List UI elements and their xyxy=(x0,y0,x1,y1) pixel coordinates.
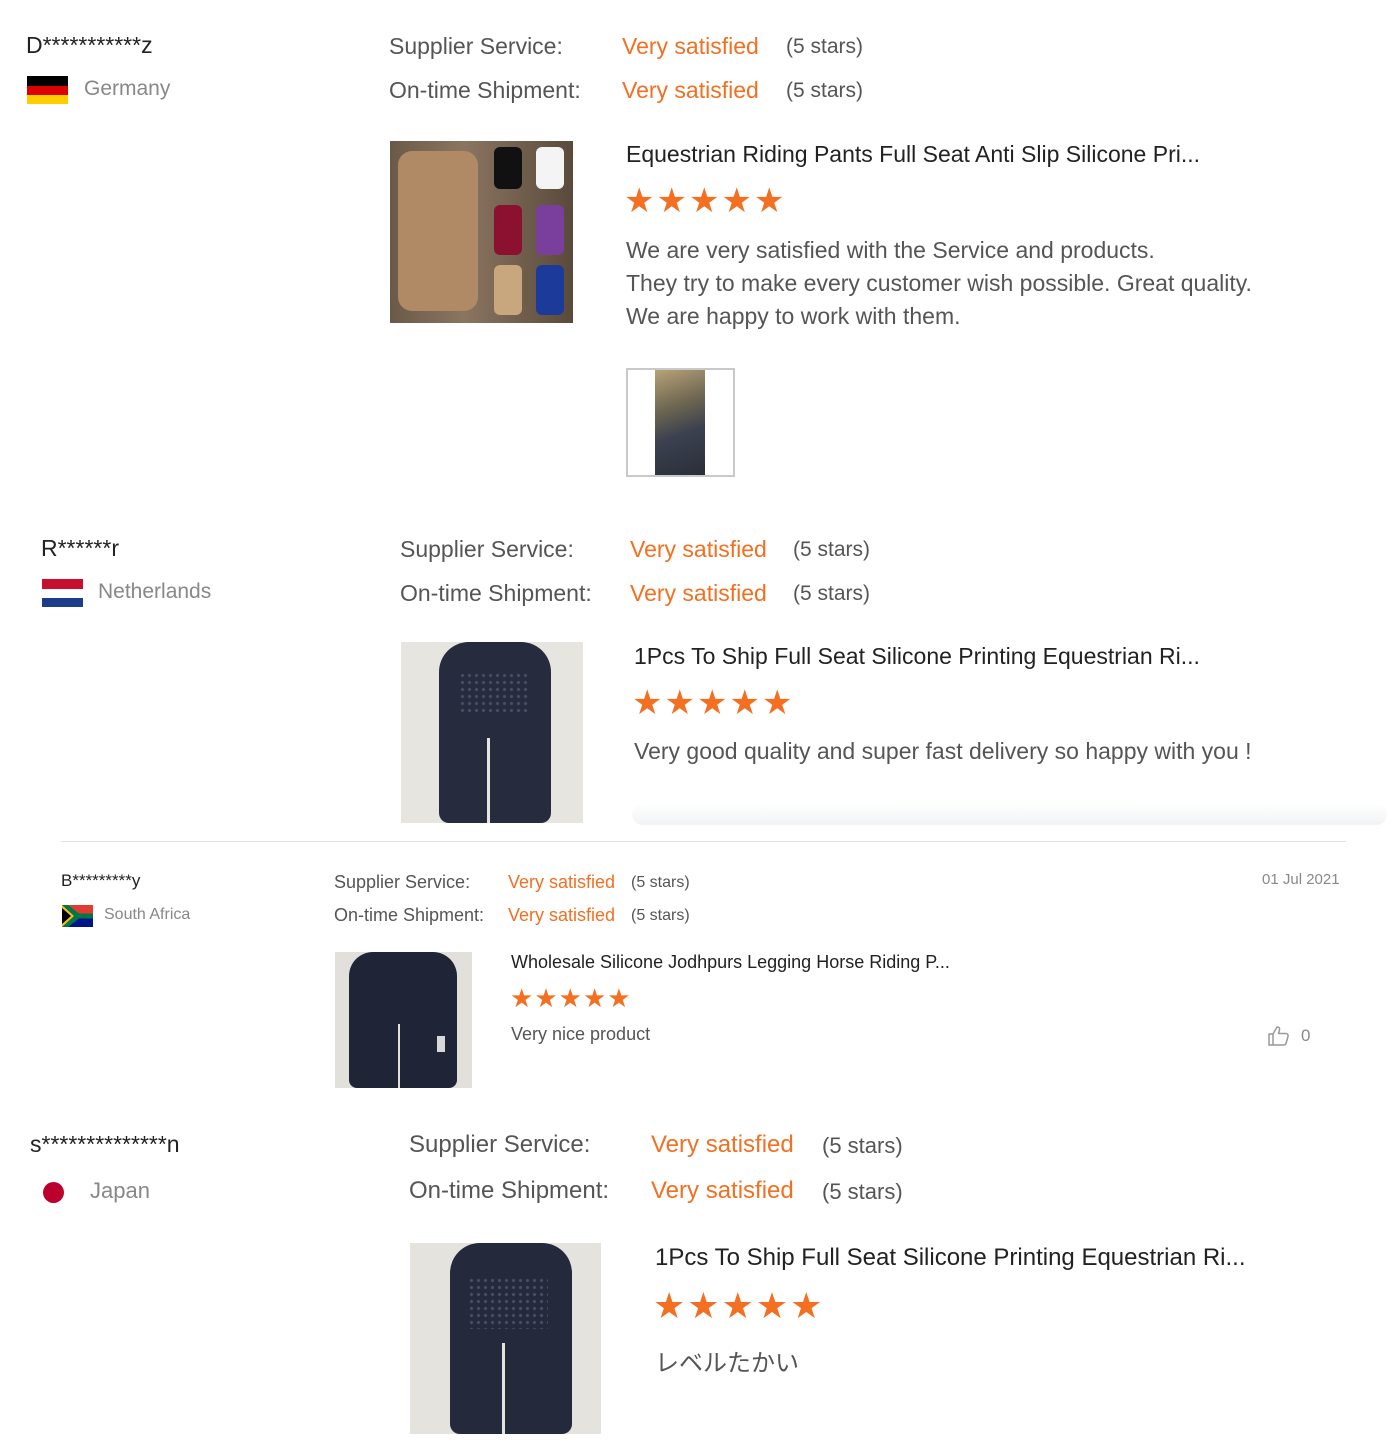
supplier-service-stars: (5 stars) xyxy=(631,874,690,891)
rating-stars: ★★★★★ xyxy=(632,683,794,723)
rating-stars: ★★★★★ xyxy=(510,983,632,1014)
star-icon: ★ xyxy=(688,182,722,220)
supplier-service-label: Supplier Service: xyxy=(334,872,471,892)
shipment-label: On-time Shipment: xyxy=(400,580,592,606)
star-icon: ★ xyxy=(721,182,754,220)
star-icon: ★ xyxy=(582,983,608,1013)
review-text-line: We are happy to work with them. xyxy=(626,303,961,329)
star-icon: ★ xyxy=(632,684,665,722)
supplier-service-value: Very satisfied xyxy=(508,872,616,892)
reviewer-country: Netherlands xyxy=(98,580,212,603)
reviewer-name: D***********z xyxy=(26,32,153,58)
section-divider xyxy=(61,841,1346,842)
shipment-stars: (5 stars) xyxy=(822,1179,903,1204)
product-image[interactable] xyxy=(401,642,583,823)
review-text: Very good quality and super fast deliver… xyxy=(634,738,1252,764)
star-icon: ★ xyxy=(653,1285,688,1326)
product-title[interactable]: 1Pcs To Ship Full Seat Silicone Printing… xyxy=(655,1244,1246,1272)
supplier-service-label: Supplier Service: xyxy=(400,536,574,562)
review-text: Very nice product xyxy=(511,1024,651,1044)
shipment-stars: (5 stars) xyxy=(786,79,864,102)
south-africa-flag-icon xyxy=(62,905,93,927)
reviewer-country: Japan xyxy=(90,1178,150,1203)
product-title[interactable]: 1Pcs To Ship Full Seat Silicone Printing… xyxy=(634,643,1200,670)
review-photo-thumbnail[interactable] xyxy=(626,368,735,477)
rating-stars: ★★★★★ xyxy=(624,181,786,221)
star-icon: ★ xyxy=(721,1285,756,1326)
star-icon: ★ xyxy=(761,684,795,722)
reviewer-country: South Africa xyxy=(104,906,191,923)
shipment-value: Very satisfied xyxy=(622,77,759,103)
reviewer-name: s**************n xyxy=(30,1131,180,1157)
review-date: 01 Jul 2021 xyxy=(1262,871,1340,888)
shipment-value: Very satisfied xyxy=(630,580,767,606)
reviewer-name: B*********y xyxy=(61,871,141,890)
shipment-stars: (5 stars) xyxy=(793,582,871,605)
supplier-service-stars: (5 stars) xyxy=(786,35,864,58)
shipment-label: On-time Shipment: xyxy=(389,77,581,103)
supplier-service-stars: (5 stars) xyxy=(793,538,871,561)
product-title[interactable]: Wholesale Silicone Jodhpurs Legging Hors… xyxy=(511,952,950,973)
product-image[interactable] xyxy=(335,952,472,1088)
star-icon: ★ xyxy=(534,983,559,1013)
star-icon: ★ xyxy=(656,182,689,220)
reviewer-name: R******r xyxy=(41,535,119,561)
star-icon: ★ xyxy=(687,1285,722,1326)
star-icon: ★ xyxy=(729,684,762,722)
supplier-service-value: Very satisfied xyxy=(651,1131,794,1158)
product-image[interactable] xyxy=(390,141,573,323)
shipment-label: On-time Shipment: xyxy=(409,1177,610,1204)
shipment-label: On-time Shipment: xyxy=(334,905,485,925)
shipment-value: Very satisfied xyxy=(651,1177,794,1204)
netherlands-flag-icon xyxy=(42,579,83,607)
star-icon: ★ xyxy=(753,182,787,220)
supplier-service-stars: (5 stars) xyxy=(822,1133,903,1158)
star-icon: ★ xyxy=(510,983,535,1013)
like-button[interactable]: 0 xyxy=(1267,1024,1310,1048)
review-text-line: They try to make every customer wish pos… xyxy=(626,270,1252,296)
shipment-stars: (5 stars) xyxy=(631,907,690,924)
supplier-service-value: Very satisfied xyxy=(630,536,767,562)
supplier-service-label: Supplier Service: xyxy=(389,33,563,59)
product-title[interactable]: Equestrian Riding Pants Full Seat Anti S… xyxy=(626,141,1200,168)
reviewer-country: Germany xyxy=(84,77,171,100)
star-icon: ★ xyxy=(696,684,730,722)
star-icon: ★ xyxy=(755,1285,791,1326)
like-count: 0 xyxy=(1301,1026,1311,1045)
supplier-service-label: Supplier Service: xyxy=(409,1131,591,1158)
japan-flag-icon xyxy=(43,1182,64,1203)
star-icon: ★ xyxy=(558,983,583,1013)
germany-flag-icon xyxy=(27,76,68,104)
review-text-line: We are very satisfied with the Service a… xyxy=(626,237,1155,263)
scroll-fade xyxy=(632,803,1387,825)
rating-stars: ★★★★★ xyxy=(653,1285,824,1327)
review-text: レベルたかい xyxy=(655,1350,799,1377)
star-icon: ★ xyxy=(607,983,632,1013)
star-icon: ★ xyxy=(664,684,697,722)
star-icon: ★ xyxy=(790,1285,825,1326)
thumbs-up-icon xyxy=(1268,1026,1289,1046)
star-icon: ★ xyxy=(624,182,657,220)
product-image[interactable] xyxy=(410,1243,601,1434)
shipment-value: Very satisfied xyxy=(508,905,616,925)
supplier-service-value: Very satisfied xyxy=(622,33,759,59)
